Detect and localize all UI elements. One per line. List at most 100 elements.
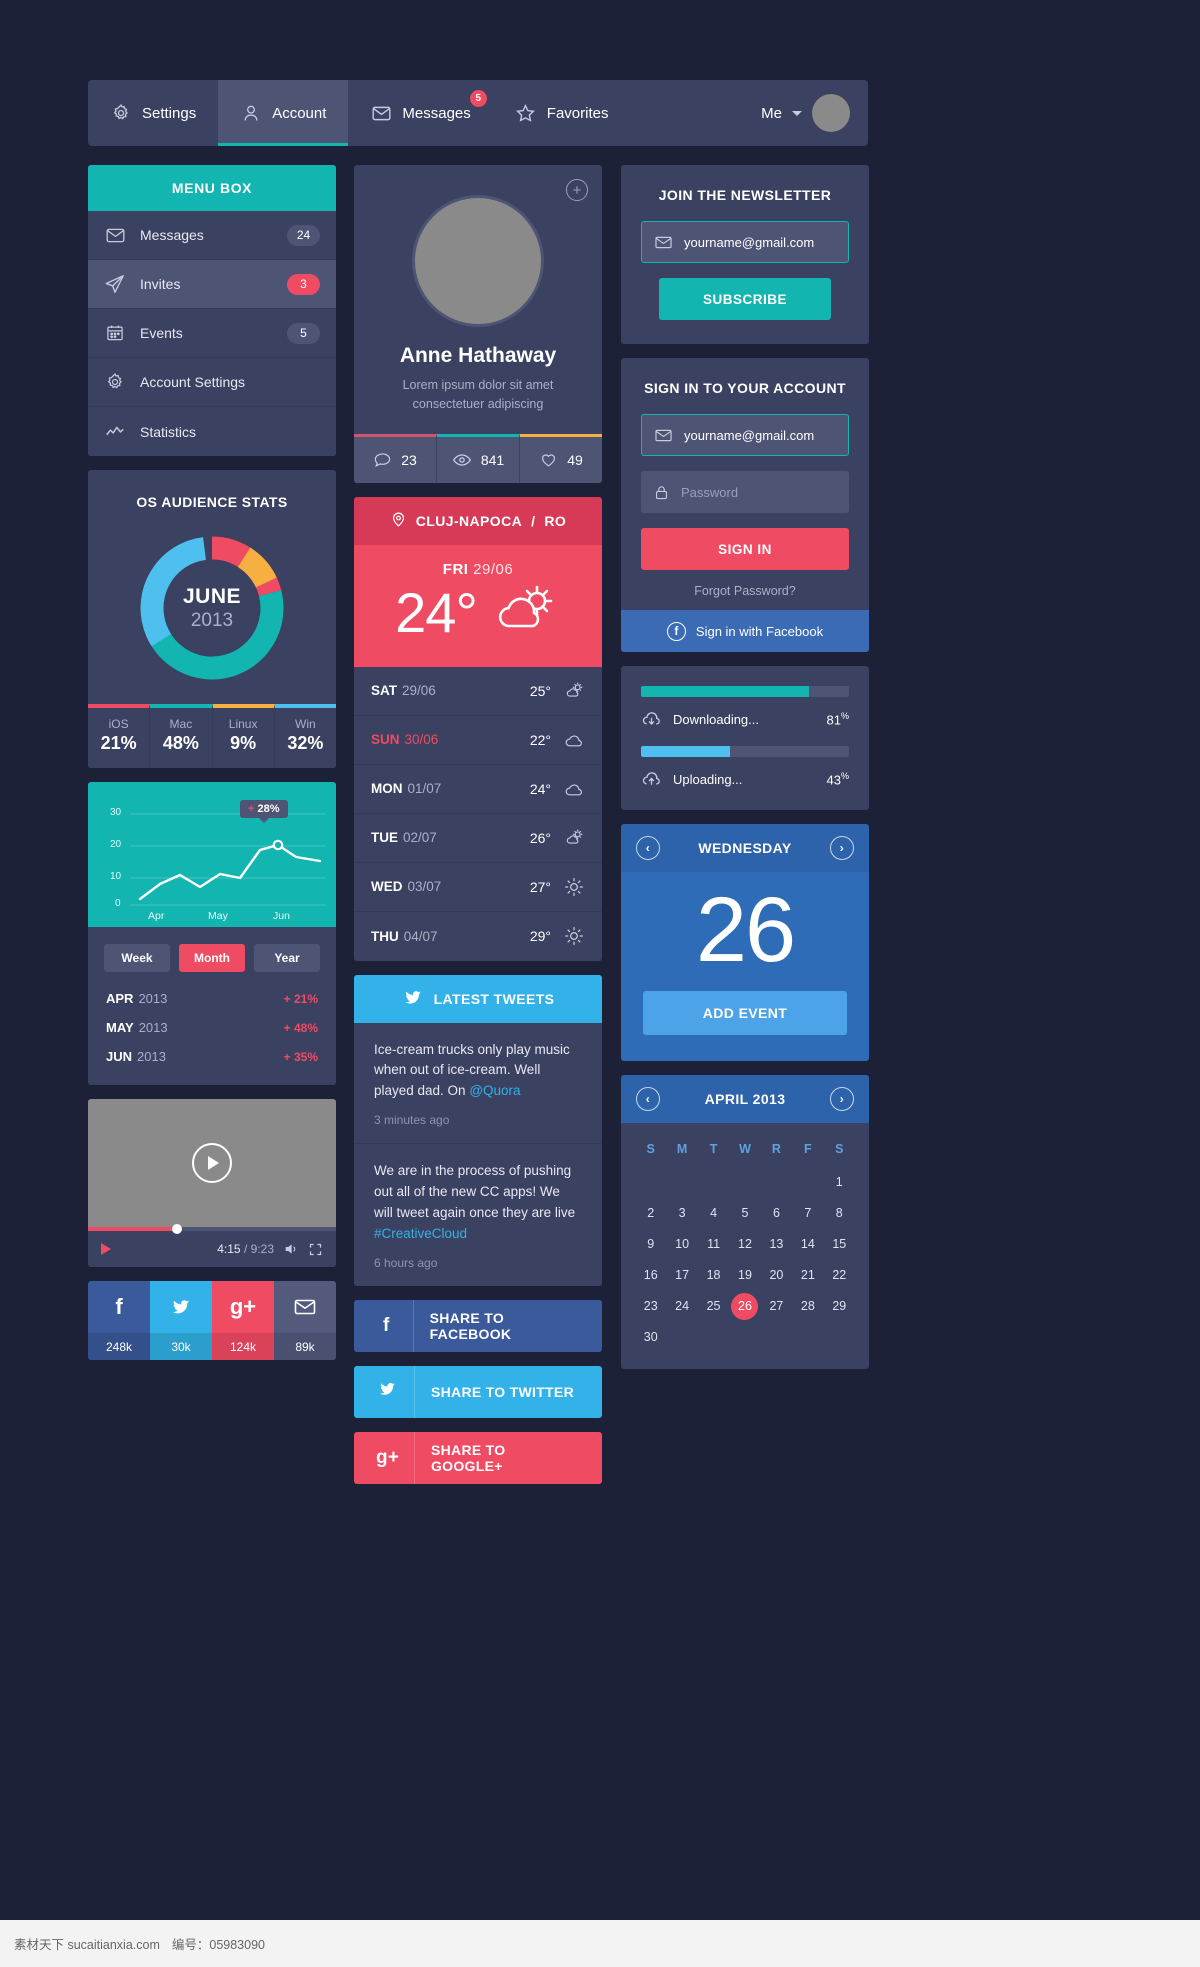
cloud-icon	[563, 779, 585, 799]
chevron-right-icon[interactable]: ›	[830, 1086, 854, 1111]
add-event-button[interactable]: ADD EVENT	[643, 990, 847, 1035]
chevron-left-icon[interactable]: ‹	[636, 836, 660, 860]
sun-icon	[563, 877, 585, 897]
calendar-day[interactable]: 23	[635, 1293, 666, 1320]
profile-stat-views[interactable]: 841	[437, 433, 520, 483]
facebook-icon: f	[382, 1314, 390, 1336]
calendar-day[interactable]: 3	[666, 1200, 697, 1227]
calendar-blank	[761, 1169, 792, 1196]
tab-week[interactable]: Week	[104, 944, 170, 972]
chevron-left-icon[interactable]: ‹	[636, 1086, 660, 1111]
calendar-day[interactable]: 30	[635, 1324, 666, 1351]
forgot-password-link[interactable]: Forgot Password?	[641, 570, 849, 602]
weather-city: CLUJ-NAPOCA	[415, 512, 523, 529]
calendar-day[interactable]: 27	[761, 1293, 792, 1320]
right-column: JOIN THE NEWSLETTER yourname@gmail.com S…	[621, 165, 869, 1383]
calendar-day[interactable]: 10	[666, 1231, 697, 1258]
signin-email-field[interactable]: yourname@gmail.com	[641, 414, 849, 456]
calendar-day[interactable]: 24	[666, 1293, 697, 1320]
signin-password-field[interactable]: Password	[641, 471, 849, 513]
calendar-day[interactable]: 17	[666, 1262, 697, 1289]
sidebar-item-messages[interactable]: Messages 24	[88, 211, 336, 260]
os-name: iOS	[108, 717, 129, 731]
weather-card: CLUJ-NAPOCA / RO FRI 29/06 24° SAT 29/06…	[354, 496, 602, 961]
profile-stat-likes[interactable]: 49	[520, 433, 602, 483]
video-surface[interactable]	[88, 1099, 336, 1227]
calendar-day[interactable]: 9	[635, 1231, 666, 1258]
volume-icon[interactable]	[283, 1241, 299, 1257]
nav-item-messages[interactable]: Messages 5	[348, 80, 492, 146]
facebook-count: 248k	[88, 1333, 150, 1360]
download-progress-fill	[641, 686, 810, 697]
tweet-mention-link[interactable]: @Quora	[469, 1083, 520, 1098]
calendar-day[interactable]: 20	[761, 1262, 792, 1289]
transfers-card: Downloading... 81% Uploading... 43%	[621, 666, 869, 810]
calendar-day[interactable]: 28	[792, 1293, 823, 1320]
calendar-day[interactable]: 16	[635, 1262, 666, 1289]
calendar-day-selected[interactable]: 26	[731, 1292, 759, 1320]
twitter-count: 30k	[150, 1333, 212, 1360]
nav-item-account[interactable]: Account	[218, 80, 349, 146]
calendar-day[interactable]: 11	[698, 1231, 729, 1258]
calendar-day[interactable]: 29	[824, 1293, 855, 1320]
newsletter-email-field[interactable]: yourname@gmail.com	[641, 221, 849, 263]
calendar-day[interactable]: 13	[761, 1231, 792, 1258]
trend-line-chart: 30 20 10 0 Apr May Jun + 28%	[88, 782, 336, 927]
cloud-sun-icon	[491, 582, 561, 643]
calendar-day[interactable]: 25	[698, 1293, 729, 1320]
messages-badge: 5	[469, 90, 487, 107]
calendar-day[interactable]: 18	[698, 1262, 729, 1289]
avatar[interactable]	[812, 94, 850, 132]
share-googleplus-button[interactable]: g+ SHARE TO GOOGLE+	[354, 1431, 602, 1484]
sidebar-item-statistics[interactable]: Statistics	[88, 407, 336, 456]
play-icon[interactable]	[101, 1243, 111, 1255]
calendar-day[interactable]: 14	[792, 1231, 823, 1258]
sidebar-item-events[interactable]: Events 5	[88, 309, 336, 358]
calendar-day[interactable]: 12	[729, 1231, 760, 1258]
nav-user-menu[interactable]: Me	[761, 94, 868, 132]
sidebar-item-account-settings[interactable]: Account Settings	[88, 358, 336, 407]
nav-item-favorites[interactable]: Favorites	[493, 80, 631, 146]
tab-month[interactable]: Month	[179, 944, 245, 972]
os-percent: 21%	[100, 733, 137, 753]
calendar-day[interactable]: 22	[824, 1262, 855, 1289]
add-icon[interactable]: +	[566, 179, 588, 201]
cloud-icon	[563, 730, 585, 750]
calendar-day[interactable]: 6	[761, 1200, 792, 1227]
calendar-day[interactable]: 5	[729, 1200, 760, 1227]
social-googleplus[interactable]: g+ 124k	[212, 1281, 274, 1360]
lock-icon	[653, 484, 670, 501]
social-facebook[interactable]: f 248k	[88, 1281, 150, 1360]
tweet-text-wrap: Ice-cream trucks only play music when ou…	[374, 1040, 582, 1103]
os-stats-title: OS AUDIENCE STATS	[136, 494, 288, 510]
video-scrubber[interactable]	[88, 1224, 336, 1234]
delta-value: + 21%	[283, 991, 318, 1006]
nav-item-settings[interactable]: Settings	[88, 80, 218, 146]
signin-facebook-button[interactable]: f Sign in with Facebook	[621, 610, 869, 652]
tweet-hashtag-link[interactable]: #CreativeCloud	[374, 1226, 467, 1241]
calendar-dow: S	[646, 1141, 655, 1156]
signin-button[interactable]: SIGN IN	[641, 528, 849, 570]
fullscreen-icon[interactable]	[308, 1242, 323, 1257]
calendar-day[interactable]: 15	[824, 1231, 855, 1258]
weather-location: CLUJ-NAPOCA / RO	[354, 496, 602, 545]
sidebar-item-invites[interactable]: Invites 3	[88, 260, 336, 309]
tab-year[interactable]: Year	[254, 944, 320, 972]
calendar-day[interactable]: 4	[698, 1200, 729, 1227]
share-facebook-button[interactable]: f SHARE TO FACEBOOK	[354, 1299, 602, 1352]
calendar-day[interactable]: 21	[792, 1262, 823, 1289]
profile-stat-comments[interactable]: 23	[354, 433, 437, 483]
calendar-day[interactable]: 8	[824, 1200, 855, 1227]
avatar[interactable]	[412, 195, 544, 327]
social-mail[interactable]: 89k	[274, 1281, 336, 1360]
subscribe-button[interactable]: SUBSCRIBE	[659, 278, 831, 320]
share-twitter-button[interactable]: SHARE TO TWITTER	[354, 1365, 602, 1418]
calendar-day[interactable]: 1	[824, 1169, 855, 1196]
calendar-day[interactable]: 2	[635, 1200, 666, 1227]
chevron-right-icon[interactable]: ›	[829, 836, 854, 860]
social-twitter[interactable]: 30k	[150, 1281, 212, 1360]
calendar-day[interactable]: 19	[729, 1262, 760, 1289]
upload-percent-value: 43	[826, 772, 841, 788]
play-button-overlay[interactable]	[192, 1143, 232, 1183]
calendar-day[interactable]: 7	[792, 1200, 823, 1227]
